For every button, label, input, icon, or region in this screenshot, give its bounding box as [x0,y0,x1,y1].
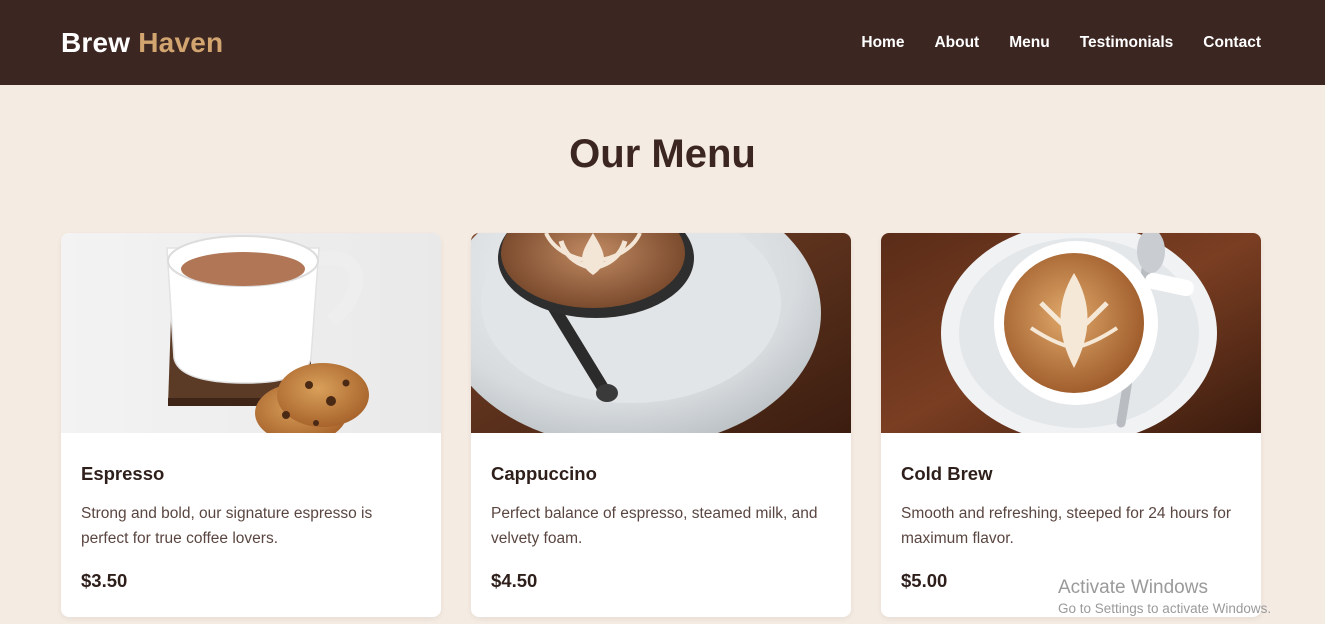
menu-item-description: Strong and bold, our signature espresso … [81,505,373,547]
card-body: Cappuccino Perfect balance of espresso, … [471,433,851,592]
card-body: Cold Brew Smooth and refreshing, steeped… [881,433,1261,592]
menu-section-title: Our Menu [569,132,756,176]
brand-name-part1: Brew [61,26,131,58]
menu-item-price: $4.50 [491,570,538,591]
espresso-image [61,233,441,433]
cappuccino-image [471,233,851,433]
cold-brew-image [881,233,1261,433]
menu-item-name: Cappuccino [491,463,597,484]
main-nav: Home About Menu Testimonials Contact [831,34,1261,52]
nav-link-about[interactable]: About [934,34,979,52]
menu-item-name: Espresso [81,463,165,484]
navbar: Brew Haven Home About Menu Testimonials … [0,0,1325,85]
brand-name-part2: Haven [138,26,224,58]
card-body: Espresso Strong and bold, our signature … [61,433,441,592]
menu-item-price: $3.50 [81,570,128,591]
nav-link-menu[interactable]: Menu [1009,34,1049,52]
menu-item-price: $5.00 [901,570,948,591]
nav-link-contact[interactable]: Contact [1203,34,1261,52]
menu-card-cappuccino: Cappuccino Perfect balance of espresso, … [471,233,851,617]
brand-logo[interactable]: Brew Haven [61,27,223,59]
menu-grid: Espresso Strong and bold, our signature … [61,233,1261,617]
menu-item-description: Perfect balance of espresso, steamed mil… [491,505,818,547]
menu-item-name: Cold Brew [901,463,993,484]
menu-item-description: Smooth and refreshing, steeped for 24 ho… [901,505,1232,547]
menu-card-cold-brew: Cold Brew Smooth and refreshing, steeped… [881,233,1261,617]
nav-link-testimonials[interactable]: Testimonials [1080,34,1174,52]
menu-card-espresso: Espresso Strong and bold, our signature … [61,233,441,617]
nav-link-home[interactable]: Home [861,34,904,52]
